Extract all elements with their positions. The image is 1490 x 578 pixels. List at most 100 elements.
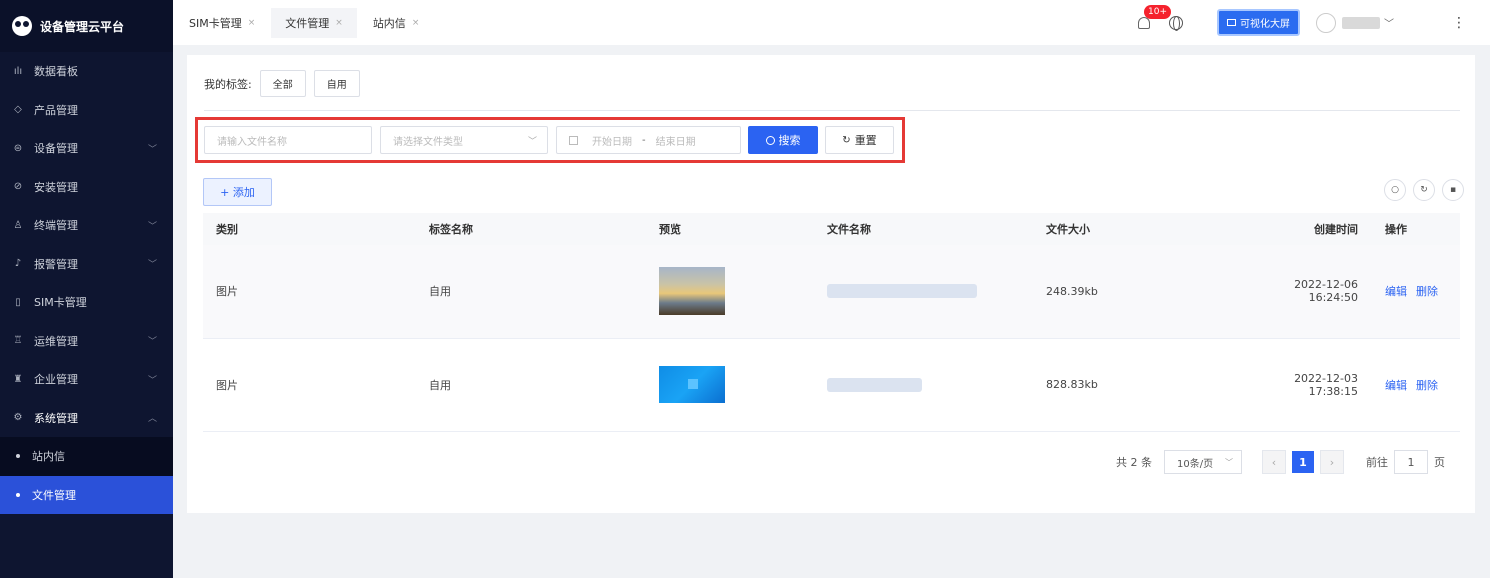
col-actions: 操作 — [1385, 223, 1407, 236]
sidebar-subitem-files[interactable]: 文件管理 — [0, 475, 173, 514]
chevron-down-icon: ﹀ — [1225, 457, 1233, 467]
gear-icon: ⚙ — [13, 412, 23, 424]
sidebar-item-alarms[interactable]: ♪ 报警管理 ﹀ — [0, 245, 173, 284]
globe-icon[interactable] — [1169, 15, 1183, 31]
chevron-down-icon: ﹀ — [147, 375, 157, 386]
bullet-icon — [16, 454, 20, 459]
file-name-redacted — [827, 377, 922, 392]
col-created: 创建时间 — [1314, 223, 1358, 236]
file-type-select[interactable]: 请选择文件类型 ﹀ — [380, 126, 548, 154]
refresh-icon: ↻ — [842, 134, 851, 146]
cell-tag: 自用 — [429, 285, 451, 299]
tag-filter-label: 我的标签: — [204, 77, 252, 91]
tab-files[interactable]: 文件管理 × — [271, 7, 357, 38]
sidebar-item-sim[interactable]: ▯ SIM卡管理 — [0, 283, 173, 322]
sidebar-item-terminals[interactable]: ♙ 终端管理 ﹀ — [0, 206, 173, 245]
sidebar-item-dashboard[interactable]: ılı 数据看板 — [0, 52, 173, 91]
total-count: 共 2 条 — [1116, 456, 1152, 469]
table-row: 图片 自用 828.83kb 2022-12-03 17:38:15 编辑 删除 — [203, 338, 1460, 431]
image-thumbnail[interactable] — [659, 366, 725, 403]
chevron-down-icon: ﹀ — [147, 337, 157, 348]
refresh-icon[interactable]: ↻ — [1413, 179, 1435, 201]
search-icon[interactable]: ○ — [1384, 179, 1406, 201]
file-name-input[interactable]: 请输入文件名称 — [204, 126, 372, 154]
table-row: 图片 自用 248.39kb 2022-12-06 16:24:50 编辑 删除 — [203, 245, 1460, 338]
col-preview: 预览 — [659, 223, 681, 236]
bell-icon[interactable]: 10+ — [1135, 4, 1171, 32]
cell-file-size: 828.83kb — [1046, 378, 1098, 391]
notification-badge: 10+ — [1144, 4, 1171, 19]
file-name-placeholder: 请输入文件名称 — [217, 136, 287, 148]
search-button[interactable]: 搜索 — [748, 126, 818, 154]
chevron-down-icon: ﹀ — [147, 144, 157, 155]
bullet-icon — [16, 492, 20, 497]
delete-link[interactable]: 删除 — [1416, 379, 1438, 392]
app-logo[interactable]: 设备管理云平台 — [0, 0, 173, 52]
image-thumbnail[interactable] — [659, 267, 725, 316]
bigscreen-button[interactable]: 可视化大屏 — [1217, 9, 1300, 36]
main-panel: 我的标签: 全部 自用 请输入文件名称 请选择文件类型 ﹀ 开始日期 - 结束日… — [187, 55, 1475, 513]
add-button[interactable]: + 添加 — [203, 178, 272, 206]
range-separator: - — [642, 134, 646, 146]
cell-file-name — [814, 338, 1033, 431]
sidebar-item-label: 产品管理 — [34, 103, 78, 117]
goto-label: 前往 — [1366, 456, 1388, 469]
sidebar-item-products[interactable]: ◇ 产品管理 — [0, 91, 173, 130]
app-title: 设备管理云平台 — [40, 19, 125, 34]
close-icon[interactable]: × — [335, 18, 343, 28]
alarm-icon: ♪ — [14, 258, 22, 270]
edit-link[interactable]: 编辑 — [1385, 285, 1407, 298]
reset-button[interactable]: ↻ 重置 — [825, 126, 894, 154]
tag-all-button[interactable]: 全部 — [259, 70, 306, 97]
sidebar-item-label: SIM卡管理 — [34, 296, 87, 310]
sidebar-item-install[interactable]: ⊘ 安装管理 — [0, 168, 173, 207]
cell-actions: 编辑 删除 — [1372, 338, 1460, 431]
tab-messages[interactable]: 站内信 × — [359, 8, 434, 38]
page-size-select[interactable]: 10条/页 ﹀ — [1164, 450, 1242, 474]
tab-sim[interactable]: SIM卡管理 × — [175, 8, 269, 38]
chevron-down-icon: ﹀ — [527, 136, 537, 147]
more-vertical-icon[interactable]: ⋮ — [1452, 15, 1466, 31]
prev-page-button[interactable]: ‹ — [1262, 450, 1286, 474]
sidebar-item-system[interactable]: ⚙ 系统管理 ︿ — [0, 399, 173, 438]
username-redacted[interactable] — [1342, 16, 1380, 29]
columns-icon[interactable]: ▪ — [1442, 179, 1464, 201]
start-date-placeholder: 开始日期 — [592, 136, 632, 148]
chevron-down-icon: ﹀ — [147, 260, 157, 271]
header-actions: 10+ 可视化大屏 ﹀ ⋮ — [1135, 0, 1490, 45]
file-type-placeholder: 请选择文件类型 — [393, 136, 463, 148]
tab-label: 文件管理 — [285, 16, 330, 30]
col-file-size: 文件大小 — [1046, 223, 1090, 236]
avatar[interactable] — [1316, 12, 1336, 33]
chevron-down-icon: ﹀ — [147, 221, 157, 232]
monitor-icon — [1227, 19, 1236, 26]
col-tag: 标签名称 — [429, 223, 473, 236]
page-suffix: 页 — [1434, 456, 1445, 469]
date-range-picker[interactable]: 开始日期 - 结束日期 — [556, 126, 741, 154]
close-icon[interactable]: × — [412, 18, 420, 28]
next-page-button[interactable]: › — [1320, 450, 1344, 474]
sidebar-item-label: 数据看板 — [34, 65, 78, 79]
sidebar-item-company[interactable]: ♜ 企业管理 ﹀ — [0, 360, 173, 399]
sidebar-item-ops[interactable]: ♖ 运维管理 ﹀ — [0, 322, 173, 361]
cube-icon: ◇ — [14, 104, 22, 116]
chevron-down-icon[interactable]: ﹀ — [1384, 15, 1394, 30]
cell-preview — [646, 245, 814, 338]
tab-label: 站内信 — [372, 16, 406, 30]
sidebar-item-label: 文件管理 — [32, 488, 76, 502]
sidebar-subitem-messages[interactable]: 站内信 — [0, 437, 173, 476]
page-number[interactable]: 1 — [1292, 451, 1314, 473]
cell-actions: 编辑 删除 — [1372, 245, 1460, 338]
install-icon: ⊘ — [13, 181, 23, 193]
sidebar-item-devices[interactable]: ⊜ 设备管理 ﹀ — [0, 129, 173, 168]
close-icon[interactable]: × — [248, 18, 256, 28]
goto-page-input[interactable]: 1 — [1394, 450, 1428, 474]
page-size-value: 10条/页 — [1177, 458, 1214, 470]
edit-link[interactable]: 编辑 — [1385, 379, 1407, 392]
sidebar: 设备管理云平台 ılı 数据看板 ◇ 产品管理 ⊜ 设备管理 ﹀ ⊘ 安装管理 … — [0, 0, 173, 578]
cell-category: 图片 — [216, 285, 238, 299]
top-bar: SIM卡管理 × 文件管理 × 站内信 × 10+ 可视化大屏 ﹀ ⋮ — [173, 0, 1490, 45]
delete-link[interactable]: 删除 — [1416, 285, 1438, 298]
tag-self-button[interactable]: 自用 — [313, 70, 360, 97]
file-table: 类别 标签名称 预览 文件名称 文件大小 创建时间 操作 图片 自用 248.3… — [203, 213, 1460, 432]
